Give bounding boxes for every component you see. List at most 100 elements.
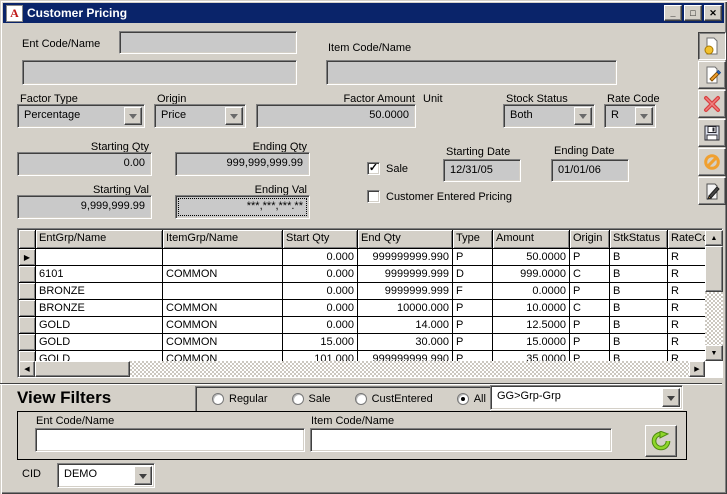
table-cell[interactable]: R	[668, 283, 707, 299]
filter-ent-code-input[interactable]	[35, 428, 305, 452]
starting-date-input[interactable]: 12/31/05	[443, 159, 521, 182]
column-header-rateco[interactable]: RateCo	[668, 230, 707, 248]
item-name-input[interactable]	[326, 60, 617, 85]
table-cell[interactable]: 9999999.999	[358, 266, 453, 282]
delete-record-button[interactable]	[698, 90, 726, 118]
filter-radio-all[interactable]: All	[457, 393, 486, 405]
radio-icon[interactable]	[212, 393, 224, 405]
rate-code-select[interactable]: R	[604, 104, 656, 128]
stock-status-select[interactable]: Both	[503, 104, 595, 128]
table-cell[interactable]: C	[570, 300, 610, 316]
table-cell[interactable]: P	[570, 249, 610, 265]
row-selector[interactable]	[19, 266, 36, 282]
stock-status-dropdown-button[interactable]	[574, 107, 592, 125]
starting-qty-input[interactable]: 0.00	[17, 152, 152, 176]
table-cell[interactable]: 10000.000	[358, 300, 453, 316]
cancel-button[interactable]	[698, 148, 726, 176]
table-row[interactable]: GOLDCOMMON0.00014.000P12.5000PBR	[19, 317, 707, 334]
table-cell[interactable]: R	[668, 334, 707, 350]
table-cell[interactable]: B	[610, 266, 668, 282]
ent-name-input[interactable]	[22, 60, 297, 85]
column-header-start-qty[interactable]: Start Qty	[283, 230, 358, 248]
filter-item-code-input[interactable]	[310, 428, 612, 452]
scroll-right-button[interactable]: ▶	[689, 361, 705, 377]
table-cell[interactable]: B	[610, 334, 668, 350]
customer-entered-pricing-row[interactable]: Customer Entered Pricing	[367, 190, 512, 203]
table-cell[interactable]: P	[570, 334, 610, 350]
table-cell[interactable]: R	[668, 300, 707, 316]
table-cell[interactable]: P	[570, 283, 610, 299]
factor-type-dropdown-button[interactable]	[124, 107, 142, 125]
table-cell[interactable]: B	[610, 249, 668, 265]
table-cell[interactable]: 10.0000	[493, 300, 570, 316]
table-cell[interactable]: P	[453, 317, 493, 333]
table-cell[interactable]: B	[610, 283, 668, 299]
table-cell[interactable]: 15.0000	[493, 334, 570, 350]
horizontal-scrollbar-thumb[interactable]	[35, 361, 130, 377]
cid-select[interactable]: DEMO	[57, 463, 155, 488]
table-cell[interactable]: 30.000	[358, 334, 453, 350]
table-cell[interactable]: 999.0000	[493, 266, 570, 282]
starting-val-input[interactable]: 9,999,999.99	[17, 195, 152, 219]
column-header-end-qty[interactable]: End Qty	[358, 230, 453, 248]
ending-date-input[interactable]: 01/01/06	[551, 159, 629, 182]
table-row[interactable]: 6101COMMON0.0009999999.999D999.0000CBR	[19, 266, 707, 283]
table-cell[interactable]: P	[453, 334, 493, 350]
table-cell[interactable]: GOLD	[36, 334, 163, 350]
factor-type-select[interactable]: Percentage	[17, 104, 145, 128]
table-cell[interactable]: P	[570, 317, 610, 333]
customer-entered-pricing-checkbox[interactable]	[367, 190, 380, 203]
table-cell[interactable]: R	[668, 317, 707, 333]
minimize-button[interactable]: _	[664, 5, 682, 21]
table-cell[interactable]: P	[453, 249, 493, 265]
ent-code-input[interactable]	[119, 31, 297, 54]
table-row[interactable]: BRONZECOMMON0.00010000.000P10.0000CBR	[19, 300, 707, 317]
table-cell[interactable]: 6101	[36, 266, 163, 282]
column-header-stkstatus[interactable]: StkStatus	[610, 230, 668, 248]
ending-val-input[interactable]: ***,***,***.**	[175, 195, 310, 219]
scroll-up-button[interactable]: ▲	[705, 230, 723, 246]
filter-radio-regular[interactable]: Regular	[212, 393, 268, 405]
edit-record-button[interactable]	[698, 61, 726, 89]
column-header-type[interactable]: Type	[453, 230, 493, 248]
vertical-scrollbar-thumb[interactable]	[705, 246, 723, 292]
table-cell[interactable]: 0.000	[283, 266, 358, 282]
view-mode-dropdown-button[interactable]	[662, 388, 680, 407]
radio-icon[interactable]	[355, 393, 367, 405]
table-cell[interactable]: COMMON	[163, 334, 283, 350]
table-cell[interactable]: BRONZE	[36, 300, 163, 316]
table-cell[interactable]	[36, 249, 163, 265]
selected-row-indicator[interactable]: ▶	[19, 249, 36, 265]
scroll-down-button[interactable]: ▼	[705, 345, 723, 361]
table-cell[interactable]: C	[570, 266, 610, 282]
table-cell[interactable]: P	[453, 300, 493, 316]
table-cell[interactable]: 0.000	[283, 249, 358, 265]
table-cell[interactable]: B	[610, 317, 668, 333]
factor-amount-input[interactable]: 50.0000	[256, 104, 416, 128]
table-row[interactable]: GOLDCOMMON15.00030.000P15.0000PBR	[19, 334, 707, 351]
table-cell[interactable]: BRONZE	[36, 283, 163, 299]
notes-button[interactable]	[698, 177, 726, 205]
table-cell[interactable]	[163, 249, 283, 265]
table-cell[interactable]: 9999999.999	[358, 283, 453, 299]
table-cell[interactable]: 12.5000	[493, 317, 570, 333]
table-cell[interactable]: GOLD	[36, 317, 163, 333]
table-cell[interactable]: 0.000	[283, 283, 358, 299]
row-selector[interactable]	[19, 283, 36, 299]
table-cell[interactable]: 15.000	[283, 334, 358, 350]
column-header-entgrp-name[interactable]: EntGrp/Name	[36, 230, 163, 248]
table-cell[interactable]: COMMON	[163, 266, 283, 282]
close-button[interactable]: ✕	[704, 5, 722, 21]
refresh-button[interactable]	[645, 425, 677, 457]
sale-checkbox[interactable]: ✓	[367, 162, 380, 175]
table-cell[interactable]: R	[668, 266, 707, 282]
table-cell[interactable]: R	[668, 249, 707, 265]
radio-icon[interactable]	[457, 393, 469, 405]
table-cell[interactable]: COMMON	[163, 300, 283, 316]
view-mode-select[interactable]: GG>Grp-Grp	[490, 385, 683, 410]
origin-select[interactable]: Price	[154, 104, 246, 128]
table-cell[interactable]: 999999999.990	[358, 249, 453, 265]
horizontal-scrollbar[interactable]: ◀ ▶	[19, 361, 705, 377]
table-cell[interactable]: 0.000	[283, 300, 358, 316]
filter-radio-sale[interactable]: Sale	[292, 393, 331, 405]
